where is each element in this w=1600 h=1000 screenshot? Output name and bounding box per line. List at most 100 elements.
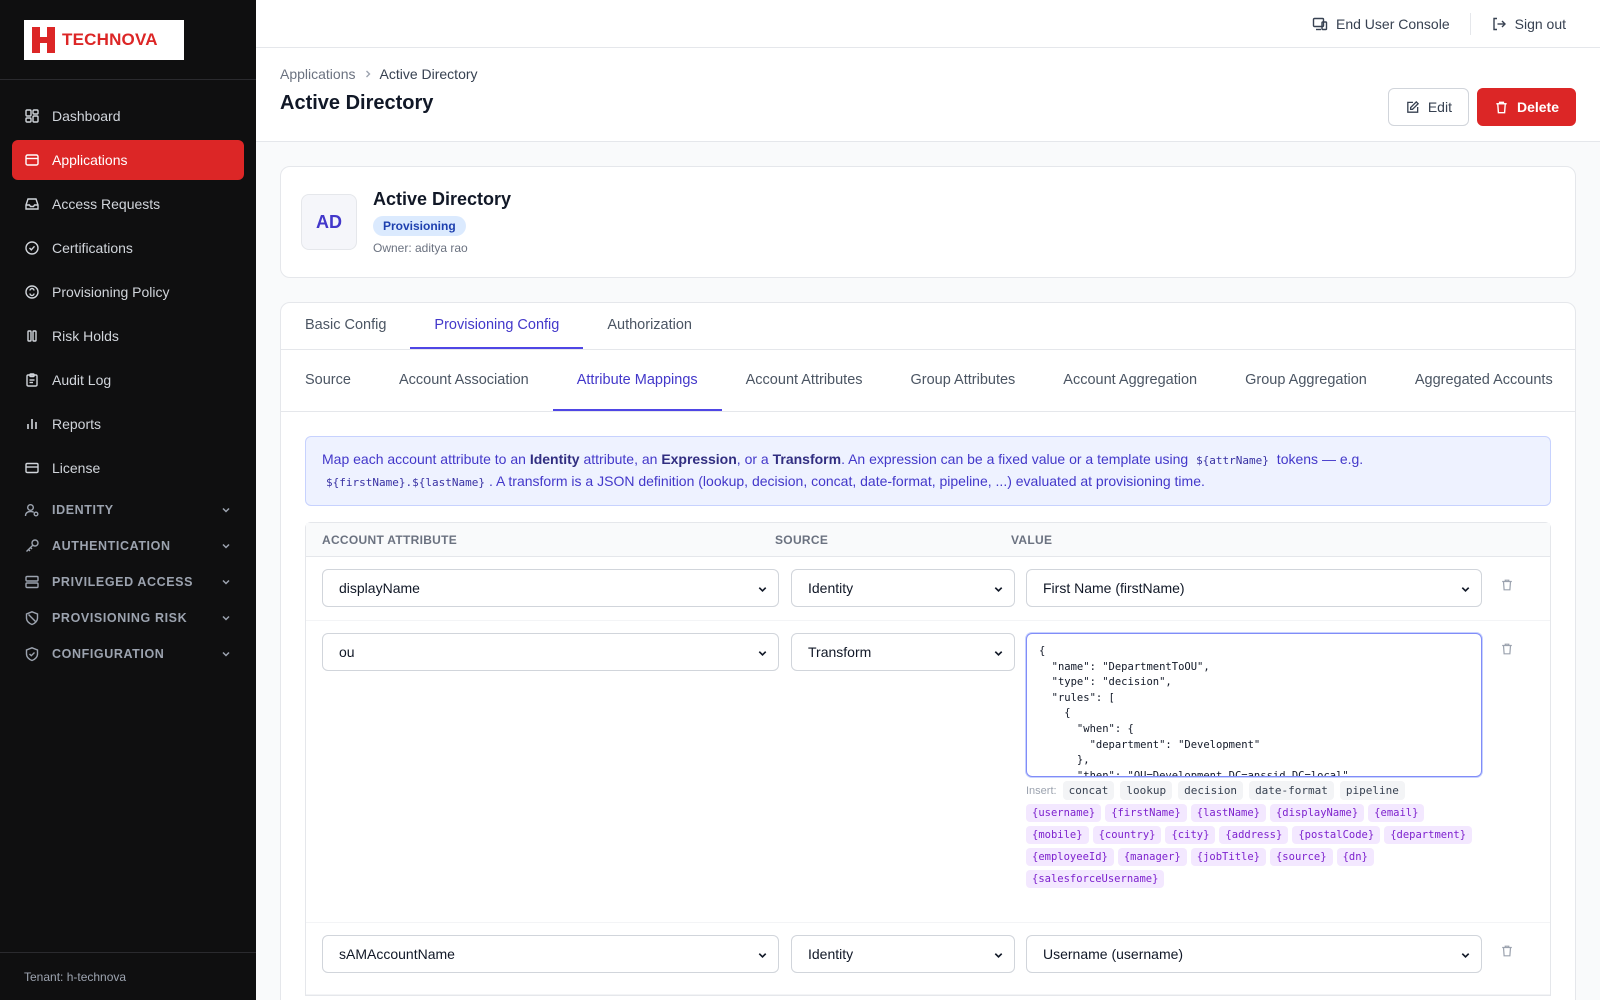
tab-aggregated-accounts[interactable]: Aggregated Accounts [1391, 350, 1575, 411]
sidebar-section-label: AUTHENTICATION [52, 539, 171, 553]
sidebar-item-audit-log[interactable]: Audit Log [12, 360, 244, 400]
tab-basic-config[interactable]: Basic Config [281, 303, 410, 349]
table-row: sAMAccountName Identity Username (userna… [306, 923, 1550, 995]
tab-provisioning-config[interactable]: Provisioning Config [410, 303, 584, 349]
sidebar-item-dashboard[interactable]: Dashboard [12, 96, 244, 136]
sidebar-item-applications[interactable]: Applications [12, 140, 244, 180]
info-text: . A transform is a JSON definition (look… [488, 473, 1205, 489]
token-chip[interactable]: {department} [1384, 826, 1473, 844]
token-chip[interactable]: {city} [1165, 826, 1216, 844]
chevron-down-icon [758, 587, 767, 593]
insert-op-chip[interactable]: pipeline [1339, 781, 1405, 800]
insert-op-chip[interactable]: lookup [1120, 781, 1173, 800]
chevron-down-icon [994, 953, 1003, 959]
tab-account-aggregation[interactable]: Account Aggregation [1039, 350, 1221, 411]
selected-value: First Name (firstName) [1043, 580, 1185, 596]
table-row: ou Transform { "name": "DepartmentToOU",… [306, 621, 1550, 923]
token-chip[interactable]: {displayName} [1269, 804, 1365, 822]
account-attribute-select[interactable]: displayName [322, 569, 779, 607]
tab-group-aggregation[interactable]: Group Aggregation [1221, 350, 1391, 411]
sidebar: TECHNOVA Dashboard Applications Access R… [0, 0, 256, 1000]
tab-attribute-mappings[interactable]: Attribute Mappings [552, 350, 722, 411]
token-chip[interactable]: {manager} [1117, 848, 1187, 866]
column-header: SOURCE [775, 532, 829, 547]
edit-button[interactable]: Edit [1387, 88, 1469, 126]
info-text: , or a [736, 451, 773, 467]
token-chip[interactable]: {source} [1269, 848, 1333, 866]
logo-area: TECHNOVA [0, 0, 256, 80]
selected-value: Transform [808, 644, 872, 660]
delete-row-icon[interactable] [1500, 578, 1514, 592]
sidebar-item-license[interactable]: License [12, 448, 244, 488]
source-select[interactable]: Transform [791, 633, 1015, 671]
value-select[interactable]: First Name (firstName) [1026, 569, 1482, 607]
chevron-down-icon [222, 543, 230, 549]
content-area: AD Active Directory Provisioning Owner: … [256, 142, 1600, 1000]
app-summary-card: AD Active Directory Provisioning Owner: … [280, 166, 1576, 278]
brand-logo[interactable]: TECHNOVA [24, 19, 184, 60]
tab-group-attributes[interactable]: Group Attributes [887, 350, 1040, 411]
main-content: End User Console Sign out Applications A… [256, 0, 1600, 1000]
sidebar-item-certifications[interactable]: Certifications [12, 228, 244, 268]
insert-op-chip[interactable]: decision [1178, 781, 1244, 800]
sidebar-item-access-requests[interactable]: Access Requests [12, 184, 244, 224]
breadcrumb: Applications Active Directory [280, 66, 1576, 82]
sidebar-item-risk-holds[interactable]: Risk Holds [12, 316, 244, 356]
token-chip[interactable]: {firstName} [1105, 804, 1187, 822]
status-badge: Provisioning [373, 216, 466, 236]
chevron-down-icon [994, 587, 1003, 593]
source-select[interactable]: Identity [791, 569, 1015, 607]
selected-value: ou [339, 644, 355, 660]
token-chip[interactable]: {postalCode} [1292, 826, 1381, 844]
user-gear-icon [24, 504, 39, 517]
token-chip[interactable]: {jobTitle} [1190, 848, 1266, 866]
tab-account-association[interactable]: Account Association [375, 350, 553, 411]
selected-value: sAMAccountName [339, 946, 455, 962]
card-icon [25, 462, 39, 474]
tab-authorization[interactable]: Authorization [583, 303, 716, 349]
delete-button[interactable]: Delete [1476, 88, 1576, 126]
sidebar-section-identity[interactable]: IDENTITY [12, 492, 244, 528]
insert-op-chip[interactable]: date-format [1249, 781, 1334, 800]
delete-row-icon[interactable] [1500, 642, 1514, 656]
insert-label: Insert: [1026, 784, 1057, 797]
token-chip[interactable]: {country} [1092, 826, 1162, 844]
token-chip[interactable]: {salesforceUsername} [1026, 870, 1165, 888]
sidebar-section-privileged-access[interactable]: PRIVILEGED ACCESS [12, 564, 244, 600]
token-chip[interactable]: {mobile} [1026, 826, 1089, 844]
chevron-down-icon [222, 615, 230, 621]
info-bold: Expression [661, 451, 737, 467]
transform-json-editor[interactable]: { "name": "DepartmentToOU", "type": "dec… [1026, 633, 1482, 777]
sidebar-section-authentication[interactable]: AUTHENTICATION [12, 528, 244, 564]
key-icon [26, 539, 39, 552]
tab-source[interactable]: Source [281, 350, 375, 411]
token-chip[interactable]: {email} [1368, 804, 1425, 822]
token-chip[interactable]: {employeeId} [1026, 848, 1114, 866]
insert-op-chip[interactable]: concat [1062, 781, 1115, 800]
sidebar-section-provisioning-risk[interactable]: PROVISIONING RISK [12, 600, 244, 636]
transform-json-text: { "name": "DepartmentToOU", "type": "dec… [1039, 645, 1349, 777]
delete-row-icon[interactable] [1500, 944, 1514, 958]
sign-out-link[interactable]: Sign out [1491, 16, 1566, 32]
sign-out-icon [1492, 17, 1506, 30]
token-chip[interactable]: {address} [1219, 826, 1289, 844]
sidebar-item-reports[interactable]: Reports [12, 404, 244, 444]
tab-account-attributes[interactable]: Account Attributes [722, 350, 887, 411]
sidebar-section-label: CONFIGURATION [52, 647, 165, 661]
selected-value: displayName [339, 580, 420, 596]
token-chip[interactable]: {lastName} [1190, 804, 1266, 822]
account-attribute-select[interactable]: sAMAccountName [322, 935, 779, 973]
end-user-console-link[interactable]: End User Console [1312, 16, 1450, 32]
account-attribute-select[interactable]: ou [322, 633, 779, 671]
token-chip[interactable]: {username} [1026, 804, 1102, 822]
breadcrumb-root[interactable]: Applications [280, 66, 356, 82]
sidebar-section-configuration[interactable]: CONFIGURATION [12, 636, 244, 672]
token-chip[interactable]: {dn} [1336, 848, 1374, 866]
token-chips: {username} {firstName} {lastName} {displ… [1026, 804, 1486, 892]
sidebar-item-provisioning-policy[interactable]: Provisioning Policy [12, 272, 244, 312]
chevron-down-icon [222, 507, 230, 513]
value-select[interactable]: Username (username) [1026, 935, 1482, 973]
sidebar-item-label: Risk Holds [52, 328, 119, 344]
attribute-mapping-table: ACCOUNT ATTRIBUTE SOURCE VALUE displayNa… [305, 522, 1551, 996]
source-select[interactable]: Identity [791, 935, 1015, 973]
